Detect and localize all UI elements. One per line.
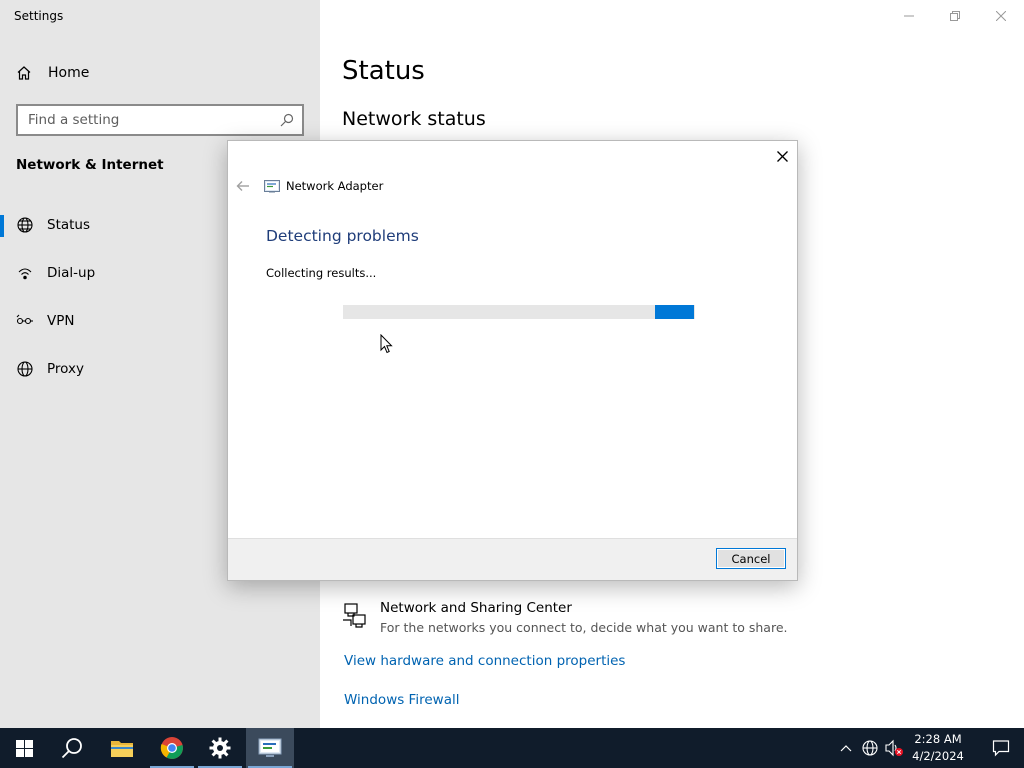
network-sharing-icon [342,602,370,630]
close-icon [996,11,1006,21]
sidebar-item-label: Proxy [47,361,84,377]
dialog-close-button[interactable] [773,147,791,165]
network-diagnostics-button[interactable] [246,728,294,768]
home-icon [17,66,31,80]
network-adapter-icon [264,179,280,193]
close-icon [776,150,788,162]
dial-up-icon [16,264,34,282]
back-button[interactable] [236,178,252,194]
chevron-up-icon [840,745,852,752]
section-title: Network & Internet [16,157,164,173]
dialog-footer: Cancel [228,538,797,580]
globe-network-icon [16,216,34,234]
network-status-heading: Network status [342,108,486,130]
progress-bar [343,305,695,319]
windows-firewall-link[interactable]: Windows Firewall [344,692,459,708]
action-center-button[interactable] [978,728,1024,768]
minimize-icon [904,15,914,17]
close-window-button[interactable] [978,4,1024,28]
system-clock[interactable]: 2:28 AM 4/2/2024 [904,731,972,765]
sidebar-item-label: Dial-up [47,265,96,281]
network-globe-icon [862,740,878,756]
chrome-icon [160,737,183,759]
show-hidden-icons-button[interactable] [836,738,856,758]
view-hardware-link[interactable]: View hardware and connection properties [344,653,625,669]
sharing-center-description: For the networks you connect to, decide … [380,620,788,635]
chrome-button[interactable] [148,728,196,768]
volume-tray-button[interactable] [884,738,904,758]
minimize-button[interactable] [886,4,932,28]
settings-search-box[interactable] [16,104,304,136]
vpn-icon [16,312,34,330]
sharing-center-title: Network and Sharing Center [380,600,572,616]
troubleshooter-dialog: Network Adapter Detecting problems Colle… [227,140,798,581]
globe-icon [16,360,34,378]
page-title: Status [342,56,425,86]
sidebar-item-label: VPN [47,313,75,329]
restore-button[interactable] [932,4,978,28]
cancel-button[interactable]: Cancel [716,548,786,569]
dialog-status-text: Collecting results... [266,266,377,280]
dialog-nav-bar: Network Adapter [236,178,383,194]
network-sharing-center-item[interactable]: Network and Sharing Center For the netwo… [342,600,788,635]
clock-date: 4/2/2024 [912,749,964,763]
search-icon[interactable] [280,113,294,127]
search-input[interactable] [28,112,280,128]
dialog-app-title: Network Adapter [286,179,384,193]
back-arrow-icon [236,181,249,191]
start-button[interactable] [0,728,48,768]
network-tray-button[interactable] [860,738,880,758]
settings-button[interactable] [196,728,244,768]
dialog-heading: Detecting problems [266,227,419,245]
mouse-cursor-icon [380,334,393,354]
sidebar-item-label: Status [47,217,91,233]
app-title: Settings [14,9,64,23]
clock-time: 2:28 AM [914,732,962,746]
search-icon [61,738,82,759]
home-nav-item[interactable]: Home [16,62,89,84]
file-explorer-icon [111,741,133,757]
taskbar-search-button[interactable] [48,728,96,768]
notification-icon [992,740,1010,757]
windows-start-icon [15,739,33,757]
restore-icon [950,11,960,21]
settings-gear-icon [209,737,231,759]
progress-indicator [655,305,694,319]
taskbar: 2:28 AM 4/2/2024 [0,728,1024,768]
network-diagnostics-icon [258,738,282,757]
volume-muted-icon [885,739,903,757]
file-explorer-button[interactable] [98,728,146,768]
home-label: Home [48,65,90,81]
